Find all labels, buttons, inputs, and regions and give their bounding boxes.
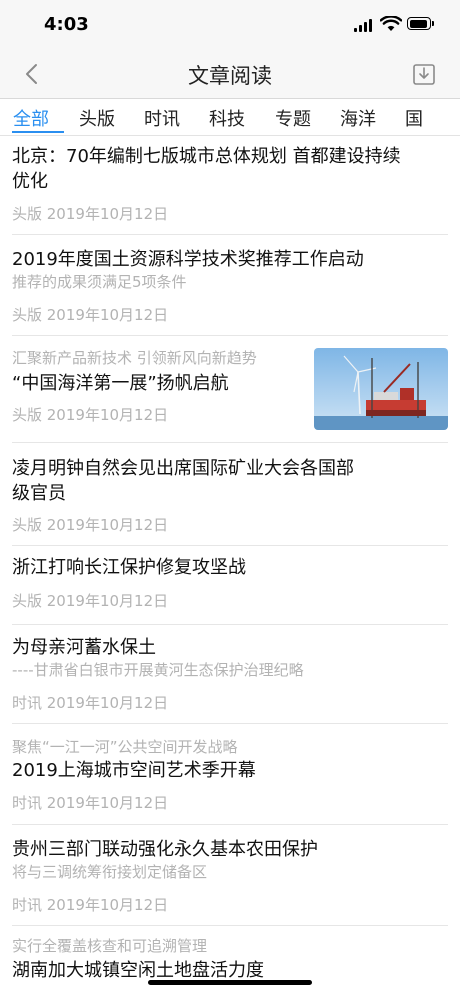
article-title: 贵州三部门联动强化永久基本农田保护 — [12, 839, 318, 860]
navigation-bar: 文章阅读 — [0, 50, 460, 99]
tab-news[interactable]: 时讯 — [144, 105, 180, 131]
article-title: 浙江打响长江保护修复攻坚战 — [12, 557, 246, 578]
active-tab-indicator — [12, 131, 64, 133]
article-item[interactable]: 汇聚新产品新技术 引领新风向新趋势 “中国海洋第一展”扬帆启航 头版 2019年… — [0, 336, 460, 443]
article-subtitle: 将与三调统筹衔接划定储备区 — [12, 863, 208, 881]
article-item[interactable]: 2019年度国土资源科学技术奖推荐工作启动 推荐的成果须满足5项条件 头版 20… — [0, 235, 460, 336]
article-title: 为母亲河蓄水保土 — [12, 637, 156, 658]
article-title: “中国海洋第一展”扬帆启航 — [12, 373, 229, 394]
wifi-icon — [380, 16, 402, 31]
article-subtitle: 推荐的成果须满足5项条件 — [12, 273, 187, 291]
tab-special[interactable]: 专题 — [275, 105, 311, 131]
article-meta: 时讯 2019年10月12日 — [12, 794, 169, 812]
article-item[interactable]: 聚焦“一江一河”公共空间开发战略 2019上海城市空间艺术季开幕 时讯 2019… — [0, 724, 460, 825]
tab-all[interactable]: 全部 — [13, 105, 49, 131]
article-meta: 时讯 2019年10月12日 — [12, 694, 169, 712]
page-title: 文章阅读 — [188, 64, 272, 88]
article-pretitle: 聚焦“一江一河”公共空间开发战略 — [12, 738, 238, 756]
article-title: 北京：70年编制七版城市总体规划 首都建设持续 — [12, 146, 401, 167]
article-item[interactable]: 北京：70年编制七版城市总体规划 首都建设持续 优化 头版 2019年10月12… — [0, 136, 460, 235]
article-item[interactable]: 凌月明钟自然会见出席国际矿业大会各国部 级官员 头版 2019年10月12日 — [0, 443, 460, 546]
download-icon[interactable] — [412, 62, 436, 86]
article-item[interactable]: 实行全覆盖核查和可追溯管理 湖南加大城镇空闲土地盘活力度 — [0, 926, 460, 996]
article-item[interactable]: 贵州三部门联动强化永久基本农田保护 将与三调统筹衔接划定储备区 时讯 2019年… — [0, 825, 460, 926]
tab-ocean[interactable]: 海洋 — [340, 105, 376, 131]
category-tabs: 全部 头版 时讯 科技 专题 海洋 国 — [0, 99, 460, 136]
article-title: 优化 — [12, 171, 48, 192]
article-title: 2019年度国土资源科学技术奖推荐工作启动 — [12, 249, 364, 270]
tab-tech[interactable]: 科技 — [209, 105, 245, 131]
home-indicator[interactable] — [148, 980, 312, 985]
article-meta: 头版 2019年10月12日 — [12, 306, 169, 324]
article-meta: 时讯 2019年10月12日 — [12, 896, 169, 914]
article-pretitle: 汇聚新产品新技术 引领新风向新趋势 — [12, 349, 257, 367]
article-subtitle: ----甘肃省白银市开展黄河生态保护治理纪略 — [12, 661, 304, 679]
article-meta: 头版 2019年10月12日 — [12, 516, 169, 534]
cellular-signal-icon — [354, 18, 374, 32]
article-meta: 头版 2019年10月12日 — [12, 592, 169, 610]
article-title: 级官员 — [12, 483, 66, 504]
status-time: 4:03 — [44, 14, 89, 35]
article-pretitle: 实行全覆盖核查和可追溯管理 — [12, 937, 208, 955]
battery-icon — [407, 17, 434, 30]
article-item[interactable]: 浙江打响长江保护修复攻坚战 头版 2019年10月12日 — [0, 546, 460, 625]
tab-front-page[interactable]: 头版 — [79, 105, 115, 131]
article-title: 2019上海城市空间艺术季开幕 — [12, 760, 256, 781]
tab-national[interactable]: 国 — [405, 105, 423, 131]
article-item[interactable]: 为母亲河蓄水保土 ----甘肃省白银市开展黄河生态保护治理纪略 时讯 2019年… — [0, 625, 460, 724]
article-title: 凌月明钟自然会见出席国际矿业大会各国部 — [12, 458, 354, 479]
offshore-wind-platform-image — [314, 348, 448, 430]
article-meta: 头版 2019年10月12日 — [12, 205, 169, 223]
status-bar: 4:03 — [0, 0, 460, 50]
article-meta: 头版 2019年10月12日 — [12, 406, 169, 424]
